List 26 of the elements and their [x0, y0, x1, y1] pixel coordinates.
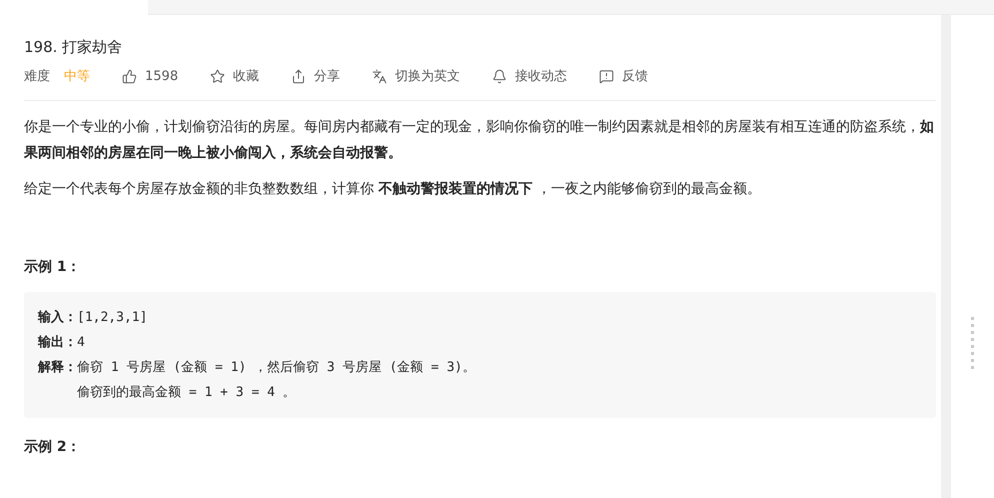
- feedback-button[interactable]: 反馈: [599, 67, 648, 85]
- share-icon: [291, 68, 306, 84]
- example-heading: 示例 2：: [24, 438, 82, 456]
- example-label: 输入：: [38, 308, 77, 327]
- example-value: 4: [77, 334, 85, 352]
- difficulty-label: 难度: [24, 68, 50, 85]
- example-value: [1,2,3,1]: [77, 309, 148, 327]
- example-heading: 示例 1：: [24, 258, 82, 276]
- like-button[interactable]: 1598: [122, 68, 178, 84]
- subscribe-button[interactable]: 接收动态: [492, 67, 568, 85]
- example-label: 解释：: [38, 359, 77, 377]
- message-alert-icon: [599, 68, 614, 84]
- bell-icon: [492, 68, 508, 84]
- example-label: 输出：: [38, 334, 77, 352]
- translate-button[interactable]: 切换为英文: [372, 67, 460, 85]
- translate-icon: [372, 68, 388, 84]
- description-paragraph: 你是一个专业的小偷，计划偷窃沿街的房屋。每间房内都藏有一定的现金，影响你偷窃的唯一制约因素就是相邻的房屋装有相互连通的防盗系统，如果两间相邻的房屋在同一晚上被小偷闯入，系统会自动报警。: [24, 118, 935, 163]
- description-paragraph: 给定一个代表每个房屋存放金额的非负整数数组，计算你 不触动警报装置的情况下 ，一夜之内能够偷窃到的最高金额。: [24, 180, 762, 199]
- example-value: 偷窃到的最高金额 = 1 + 3 = 4 。: [77, 384, 297, 402]
- problem-title: 198. 打家劫舍: [24, 37, 124, 58]
- favorite-button[interactable]: 收藏: [210, 67, 260, 85]
- thumbs-up-icon: [122, 68, 137, 84]
- example-value: 偷窃 1 号房屋 (金额 = 1) ，然后偷窃 3 号房屋 (金额 = 3)。: [77, 359, 476, 377]
- star-icon: [210, 68, 226, 84]
- difficulty-value: 中等: [64, 68, 90, 85]
- share-button[interactable]: 分享: [291, 67, 340, 85]
